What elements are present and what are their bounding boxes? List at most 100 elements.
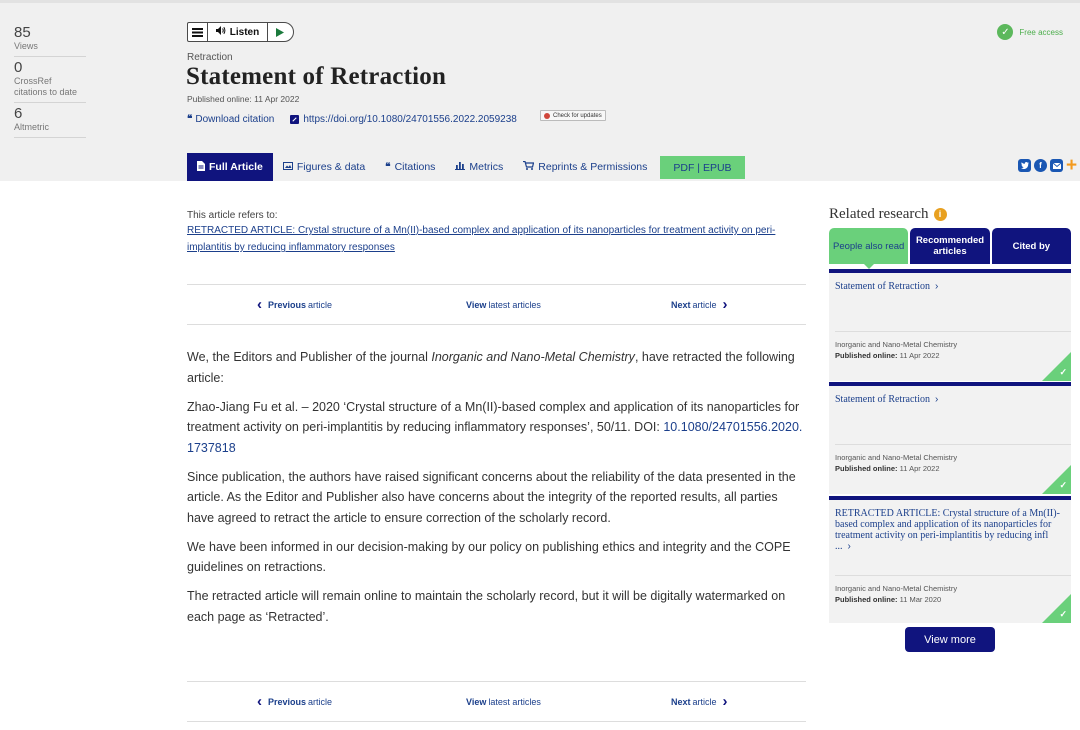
body-paragraph: We have been informed in our decision-ma…	[187, 539, 791, 575]
published-date-value: 11 Apr 2022	[899, 351, 940, 360]
share-bar: f +	[1018, 156, 1080, 175]
related-article-title-text: Statement of Retraction	[835, 281, 930, 292]
published-date-value: 11 Apr 2022	[899, 464, 940, 473]
chevron-right-icon: ›	[934, 394, 939, 405]
tab-full-article[interactable]: Full Article	[187, 153, 273, 181]
email-icon[interactable]	[1050, 159, 1063, 172]
twitter-icon[interactable]	[1018, 159, 1031, 172]
related-article-card[interactable]: Statement of Retraction › Inorganic and N…	[829, 382, 1071, 494]
body-text: We, the Editors and Publisher of the jou…	[187, 350, 432, 364]
view-more-button[interactable]: View more	[905, 627, 995, 652]
next-bold: Next	[671, 299, 691, 310]
doi-link-text: https://doi.org/10.1080/24701556.2022.20…	[303, 114, 517, 125]
free-access-label: Free access	[1019, 27, 1063, 37]
image-icon	[282, 161, 293, 173]
facebook-icon[interactable]: f	[1034, 159, 1047, 172]
next-article-link[interactable]: Next article ›	[671, 682, 728, 721]
article-tabs: Full Article Figures & data ❝ Citations …	[187, 153, 745, 181]
next-bold: Next	[671, 696, 691, 707]
chevron-right-icon: ›	[847, 541, 851, 552]
tab-citations-label: Citations	[394, 161, 436, 173]
related-research-title: Related research	[829, 205, 929, 222]
chevron-right-icon: ›	[722, 296, 728, 313]
document-icon	[197, 160, 205, 174]
tab-metrics[interactable]: Metrics	[445, 153, 513, 181]
published-date: Published online: 11 Apr 2022	[187, 94, 300, 104]
speaker-icon	[215, 26, 226, 38]
tab-cited-by[interactable]: Cited by	[991, 228, 1071, 264]
views-label: Views	[14, 41, 38, 51]
previous-rest: article	[308, 299, 333, 310]
free-access-badge: ✓ Free access	[997, 24, 1063, 40]
body-paragraph: Since publication, the authors have rais…	[187, 469, 796, 525]
view-latest-articles-link[interactable]: View latest articles	[466, 682, 541, 721]
article-navigation-bottom: ‹ Previous article View latest articles Ne…	[187, 681, 806, 722]
chevron-left-icon: ‹	[257, 693, 262, 710]
published-label: Published online:	[835, 595, 898, 604]
related-article-card[interactable]: Statement of Retraction › Inorganic and N…	[829, 269, 1071, 381]
download-citation-link[interactable]: ❝ Download citation	[187, 114, 274, 125]
next-article-link[interactable]: Next article ›	[671, 285, 728, 324]
bar-chart-icon	[455, 161, 466, 173]
tab-citations[interactable]: ❝ Citations	[375, 153, 445, 181]
latest-rest: latest articles	[488, 299, 541, 310]
crossref-label: CrossRef citations to date	[14, 76, 78, 97]
tab-figures-data-label: Figures & data	[296, 161, 366, 173]
retracted-article-link[interactable]: RETRACTED ARTICLE: Crystal structure of …	[187, 222, 806, 256]
menu-icon[interactable]	[188, 23, 208, 41]
article-metrics: 85 Views 0 CrossRef citations to date 6 …	[14, 24, 86, 140]
tab-recommended-articles[interactable]: Recommended articles	[910, 228, 990, 264]
pdf-epub-button[interactable]: PDF | EPUB	[660, 156, 745, 179]
download-citation-label: Download citation	[195, 114, 275, 125]
next-rest: article	[692, 696, 717, 707]
published-label: Published online:	[835, 464, 898, 473]
body-paragraph: Zhao-Jiang Fu et al. – 2020 ‘Crystal str…	[187, 397, 806, 459]
related-research-tabs: People also read Recommended articles Ci…	[829, 228, 1071, 269]
related-article-journal: Inorganic and Nano-Metal Chemistry	[835, 340, 958, 349]
related-article-published: Published online: 11 Apr 2022	[835, 350, 1071, 361]
plus-icon[interactable]: +	[1066, 156, 1080, 175]
previous-bold: Previous	[268, 299, 307, 310]
quote-icon: ❝	[385, 161, 391, 173]
page-title: Statement of Retraction	[186, 63, 447, 90]
views-metric[interactable]: 85 Views	[14, 24, 86, 57]
crossref-metric[interactable]: 0 CrossRef citations to date	[14, 59, 86, 103]
latest-bold: View	[466, 696, 487, 707]
tab-people-also-read[interactable]: People also read	[829, 228, 909, 269]
article-navigation-top: ‹ Previous article View latest articles Ne…	[187, 284, 806, 325]
listen-button[interactable]: Listen	[208, 23, 268, 41]
body-paragraph: The retracted article will remain online…	[187, 589, 786, 624]
related-article-title[interactable]: RETRACTED ARTICLE: Crystal structure of …	[829, 500, 1071, 552]
previous-article-link[interactable]: ‹ Previous article	[257, 285, 332, 324]
published-label: Published online:	[835, 351, 898, 360]
tab-reprints-permissions[interactable]: Reprints & Permissions	[513, 153, 657, 181]
related-article-published: Published online: 11 Mar 2020	[835, 594, 1071, 605]
related-article-title[interactable]: Statement of Retraction ›	[829, 273, 1071, 292]
play-icon[interactable]	[268, 23, 292, 41]
related-article-title[interactable]: Statement of Retraction ›	[829, 386, 1071, 405]
related-article-meta: Inorganic and Nano-Metal Chemistry Publi…	[835, 575, 1071, 605]
info-icon[interactable]: i	[933, 207, 947, 221]
listen-label: Listen	[229, 26, 260, 38]
views-count: 85	[14, 24, 31, 41]
tab-full-article-label: Full Article	[209, 161, 263, 173]
tab-figures-data[interactable]: Figures & data	[273, 153, 375, 181]
check-for-updates-button[interactable]: Check for updates	[540, 110, 606, 121]
related-article-card[interactable]: RETRACTED ARTICLE: Crystal structure of …	[829, 496, 1071, 623]
previous-article-link[interactable]: ‹ Previous article	[257, 682, 332, 721]
published-date-value: 11 Mar 2020	[899, 595, 942, 604]
view-latest-articles-link[interactable]: View latest articles	[466, 285, 541, 324]
external-link-icon	[290, 115, 300, 124]
altmetric-metric[interactable]: 6 Altmetric	[14, 105, 86, 138]
cart-icon	[523, 160, 535, 173]
chevron-right-icon: ›	[722, 693, 728, 710]
related-research: Related research i People also read Reco…	[829, 204, 1071, 269]
tab-metrics-label: Metrics	[469, 161, 504, 173]
crossref-count: 0	[14, 59, 23, 76]
doi-link[interactable]: https://doi.org/10.1080/24701556.2022.20…	[290, 114, 517, 125]
checkmark-icon: ✓	[997, 24, 1014, 40]
refers-to-label: This article refers to:	[187, 210, 278, 221]
related-article-title-text: Statement of Retraction	[835, 394, 930, 405]
quote-icon: ❝	[187, 114, 193, 125]
journal-name: Inorganic and Nano-Metal Chemistry	[431, 350, 635, 364]
